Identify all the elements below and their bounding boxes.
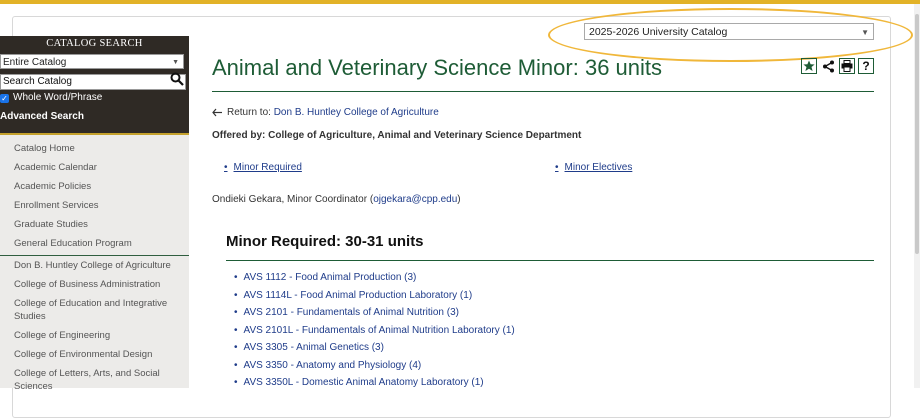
chevron-down-icon: ▼ (172, 59, 179, 66)
scrollbar-thumb[interactable] (915, 14, 919, 254)
course-link[interactable]: AVS 1112 - Food Animal Production (3) (234, 269, 515, 287)
sidebar: CATALOG SEARCH Entire Catalog ▼ ✓ Whole … (0, 36, 189, 392)
sidebar-item-college-education[interactable]: College of Education and Integrative Stu… (0, 294, 189, 326)
sidebar-nav: Catalog Home Academic Calendar Academic … (0, 135, 189, 396)
page-title: Animal and Veterinary Science Minor: 36 … (212, 55, 663, 80)
chevron-down-icon: ▼ (861, 28, 869, 37)
course-link[interactable]: AVS 2101 - Fundamentals of Animal Nutrit… (234, 304, 515, 322)
sidebar-item-college-engineering[interactable]: College of Engineering (0, 326, 189, 345)
advanced-search-link[interactable]: Advanced Search (0, 109, 189, 125)
whole-word-label: Whole Word/Phrase (13, 92, 103, 103)
search-input[interactable] (0, 73, 186, 90)
help-icon[interactable]: ? (858, 58, 874, 74)
sidebar-item-academic-calendar[interactable]: Academic Calendar (0, 158, 189, 177)
coordinator-line: Ondieki Gekara, Minor Coordinator (ojgek… (212, 194, 461, 205)
sidebar-item-college-agriculture[interactable]: Don B. Huntley College of Agriculture (0, 256, 189, 275)
course-link[interactable]: AVS 2101L - Fundamentals of Animal Nutri… (234, 322, 515, 340)
course-list: AVS 1112 - Food Animal Production (3) AV… (234, 269, 515, 392)
sidebar-item-college-letters-arts[interactable]: College of Letters, Arts, and Social Sci… (0, 364, 189, 396)
top-accent-bar (0, 0, 920, 4)
return-link-row: Return to: Don B. Huntley College of Agr… (212, 107, 439, 118)
section-divider (226, 260, 874, 261)
sidebar-item-academic-policies[interactable]: Academic Policies (0, 177, 189, 196)
search-row (0, 71, 186, 90)
sidebar-item-enrollment-services[interactable]: Enrollment Services (0, 196, 189, 215)
catalog-search-panel: CATALOG SEARCH Entire Catalog ▼ ✓ Whole … (0, 36, 189, 135)
search-icon[interactable] (170, 72, 184, 86)
search-scope-select[interactable]: Entire Catalog ▼ (0, 54, 184, 69)
course-link[interactable]: AVS 1114L - Food Animal Production Labor… (234, 287, 515, 305)
search-scope-value: Entire Catalog (3, 57, 67, 68)
coordinator-suffix: ) (457, 194, 461, 205)
coordinator-text: Ondieki Gekara, Minor Coordinator ( (212, 194, 374, 205)
return-arrow-icon (212, 108, 222, 117)
course-link[interactable]: AVS 3350L - Domestic Animal Anatomy Labo… (234, 374, 515, 392)
course-link[interactable]: AVS 3305 - Animal Genetics (3) (234, 339, 515, 357)
return-college-link[interactable]: Don B. Huntley College of Agriculture (274, 107, 439, 118)
vertical-scrollbar[interactable] (914, 4, 920, 388)
catalog-version-value: 2025-2026 University Catalog (589, 26, 728, 38)
title-divider (212, 91, 874, 92)
return-prefix: Return to: (227, 107, 271, 118)
catalog-search-title: CATALOG SEARCH (46, 38, 143, 49)
anchor-minor-required[interactable]: Minor Required (224, 162, 302, 173)
print-icon[interactable] (839, 58, 855, 74)
sidebar-item-general-education[interactable]: General Education Program (0, 234, 189, 256)
anchor-minor-electives[interactable]: Minor Electives (555, 162, 633, 173)
sidebar-item-college-business[interactable]: College of Business Administration (0, 275, 189, 294)
offered-by: Offered by: College of Agriculture, Anim… (212, 130, 582, 141)
star-icon[interactable] (801, 58, 817, 74)
course-link[interactable]: AVS 3350 - Anatomy and Physiology (4) (234, 357, 515, 375)
sidebar-item-catalog-home[interactable]: Catalog Home (0, 139, 189, 158)
coordinator-email-link[interactable]: ojgekara@cpp.edu (373, 194, 457, 205)
sidebar-item-college-environmental-design[interactable]: College of Environmental Design (0, 345, 189, 364)
catalog-version-select[interactable]: 2025-2026 University Catalog ▼ (584, 23, 874, 40)
whole-word-checkbox-row[interactable]: ✓ Whole Word/Phrase (0, 90, 189, 106)
section-heading: Minor Required: 30-31 units (226, 233, 424, 250)
sidebar-item-graduate-studies[interactable]: Graduate Studies (0, 215, 189, 234)
whole-word-checkbox[interactable]: ✓ (0, 93, 9, 103)
page-tools: ? (801, 58, 874, 74)
share-icon[interactable] (820, 58, 836, 74)
